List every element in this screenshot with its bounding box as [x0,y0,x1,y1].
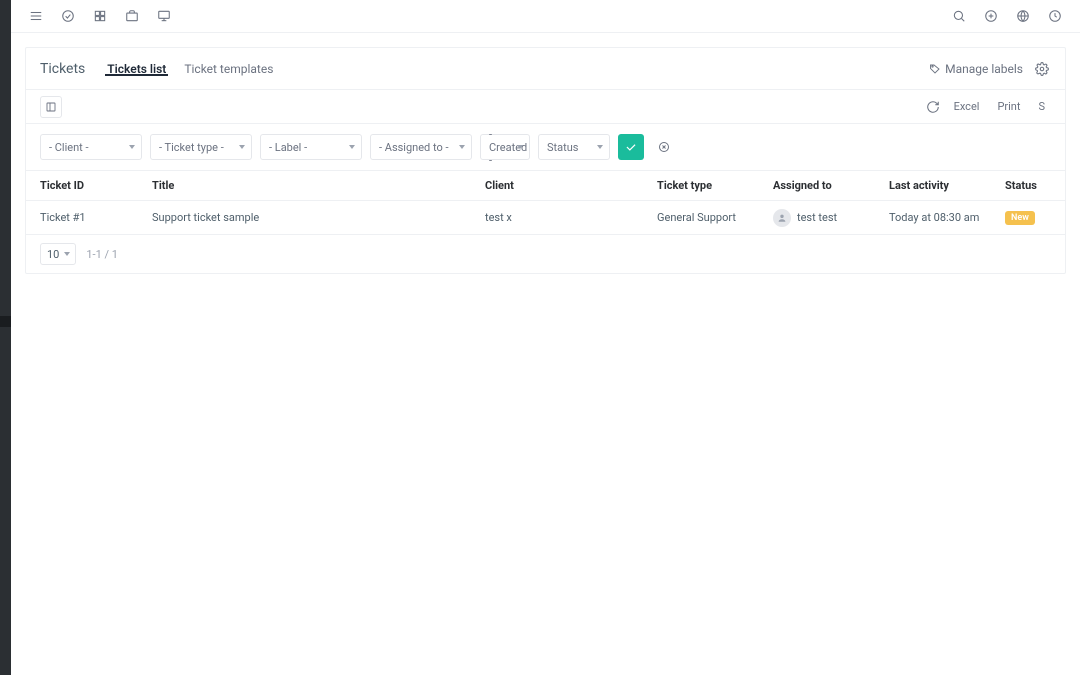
kanban-toggle-button[interactable] [40,96,62,118]
briefcase-icon[interactable] [123,7,141,25]
tab-tickets-list[interactable]: Tickets list [105,62,168,76]
chevron-down-icon [517,145,523,149]
cell-assigned-to: test test [773,209,889,227]
tabs: Tickets list Ticket templates [105,62,275,76]
plus-circle-icon[interactable] [982,7,1000,25]
close-icon [658,141,670,153]
check-icon [624,140,638,154]
toolbar-left [40,96,62,118]
header-left: Tickets Tickets list Ticket templates [40,61,275,77]
tab-label: Tickets list [107,62,166,76]
cell-status: New [1005,210,1051,225]
print-button[interactable]: Print [991,97,1026,116]
tab-ticket-templates[interactable]: Ticket templates [182,62,275,76]
apply-filter-button[interactable] [618,134,644,160]
filter-created[interactable]: - Created - [480,134,530,160]
col-client[interactable]: Client [485,179,657,192]
filter-status[interactable]: Status [538,134,610,160]
table-row[interactable]: Ticket #1 Support ticket sample test x G… [26,201,1065,235]
cell-title: Support ticket sample [152,211,485,224]
content: Tickets Tickets list Ticket templates [11,33,1080,675]
filter-assigned-to-label: - Assigned to - [379,141,449,154]
filters: - Client - - Ticket type - - Label - - A… [26,124,1065,171]
col-status[interactable]: Status [1005,179,1051,192]
globe-icon[interactable] [1014,7,1032,25]
chevron-down-icon [64,252,70,256]
clear-filter-button[interactable] [652,135,676,159]
toolbar-right: Excel Print S [924,97,1051,116]
settings-icon[interactable] [1033,60,1051,78]
menu-icon[interactable] [27,7,45,25]
chevron-down-icon [239,145,245,149]
card-header: Tickets Tickets list Ticket templates [26,48,1065,90]
page-size-select[interactable]: 10 [40,243,76,265]
manage-labels-label: Manage labels [945,62,1023,76]
filter-status-label: Status [547,141,578,154]
page-title: Tickets [40,61,85,77]
grid-icon[interactable] [91,7,109,25]
tickets-card: Tickets Tickets list Ticket templates [25,47,1066,274]
avatar [773,209,791,227]
cell-client: test x [485,211,657,224]
cell-assigned-name: test test [797,211,837,224]
cell-ticket-id: Ticket #1 [40,211,152,224]
col-title[interactable]: Title [152,179,485,192]
topbar [11,0,1080,33]
topbar-right [950,7,1064,25]
sidebar-collapse-handle[interactable] [0,316,11,327]
main: Tickets Tickets list Ticket templates [11,0,1080,675]
filter-label[interactable]: - Label - [260,134,362,160]
manage-labels-button[interactable]: Manage labels [929,62,1023,76]
export-excel-button[interactable]: Excel [948,97,986,116]
col-ticket-type[interactable]: Ticket type [657,179,773,192]
s-button[interactable]: S [1032,97,1051,116]
page-size-value: 10 [47,248,59,261]
status-badge: New [1005,211,1035,225]
col-last-activity[interactable]: Last activity [889,179,1005,192]
chevron-down-icon [597,145,603,149]
topbar-left [27,7,173,25]
tab-label: Ticket templates [184,62,273,76]
cell-ticket-type: General Support [657,211,773,224]
toolbar: Excel Print S [26,90,1065,124]
col-assigned-to[interactable]: Assigned to [773,179,889,192]
header-right: Manage labels [929,60,1051,78]
table-header: Ticket ID Title Client Ticket type Assig… [26,171,1065,201]
search-icon[interactable] [950,7,968,25]
chevron-down-icon [349,145,355,149]
filter-assigned-to[interactable]: - Assigned to - [370,134,472,160]
check-circle-icon[interactable] [59,7,77,25]
sidebar [0,0,11,675]
monitor-icon[interactable] [155,7,173,25]
filter-client[interactable]: - Client - [40,134,142,160]
cell-last-activity: Today at 08:30 am [889,211,1005,224]
tickets-table: Ticket ID Title Client Ticket type Assig… [26,171,1065,235]
filter-ticket-type[interactable]: - Ticket type - [150,134,252,160]
page-info: 1-1 / 1 [86,248,118,261]
refresh-icon[interactable] [924,98,942,116]
chevron-down-icon [459,145,465,149]
tag-icon [929,63,941,75]
filter-ticket-type-label: - Ticket type - [159,141,224,154]
col-ticket-id[interactable]: Ticket ID [40,179,152,192]
filter-label-label: - Label - [269,141,307,154]
table-footer: 10 1-1 / 1 [26,235,1065,273]
chevron-down-icon [129,145,135,149]
clock-icon[interactable] [1046,7,1064,25]
filter-client-label: - Client - [49,141,89,154]
